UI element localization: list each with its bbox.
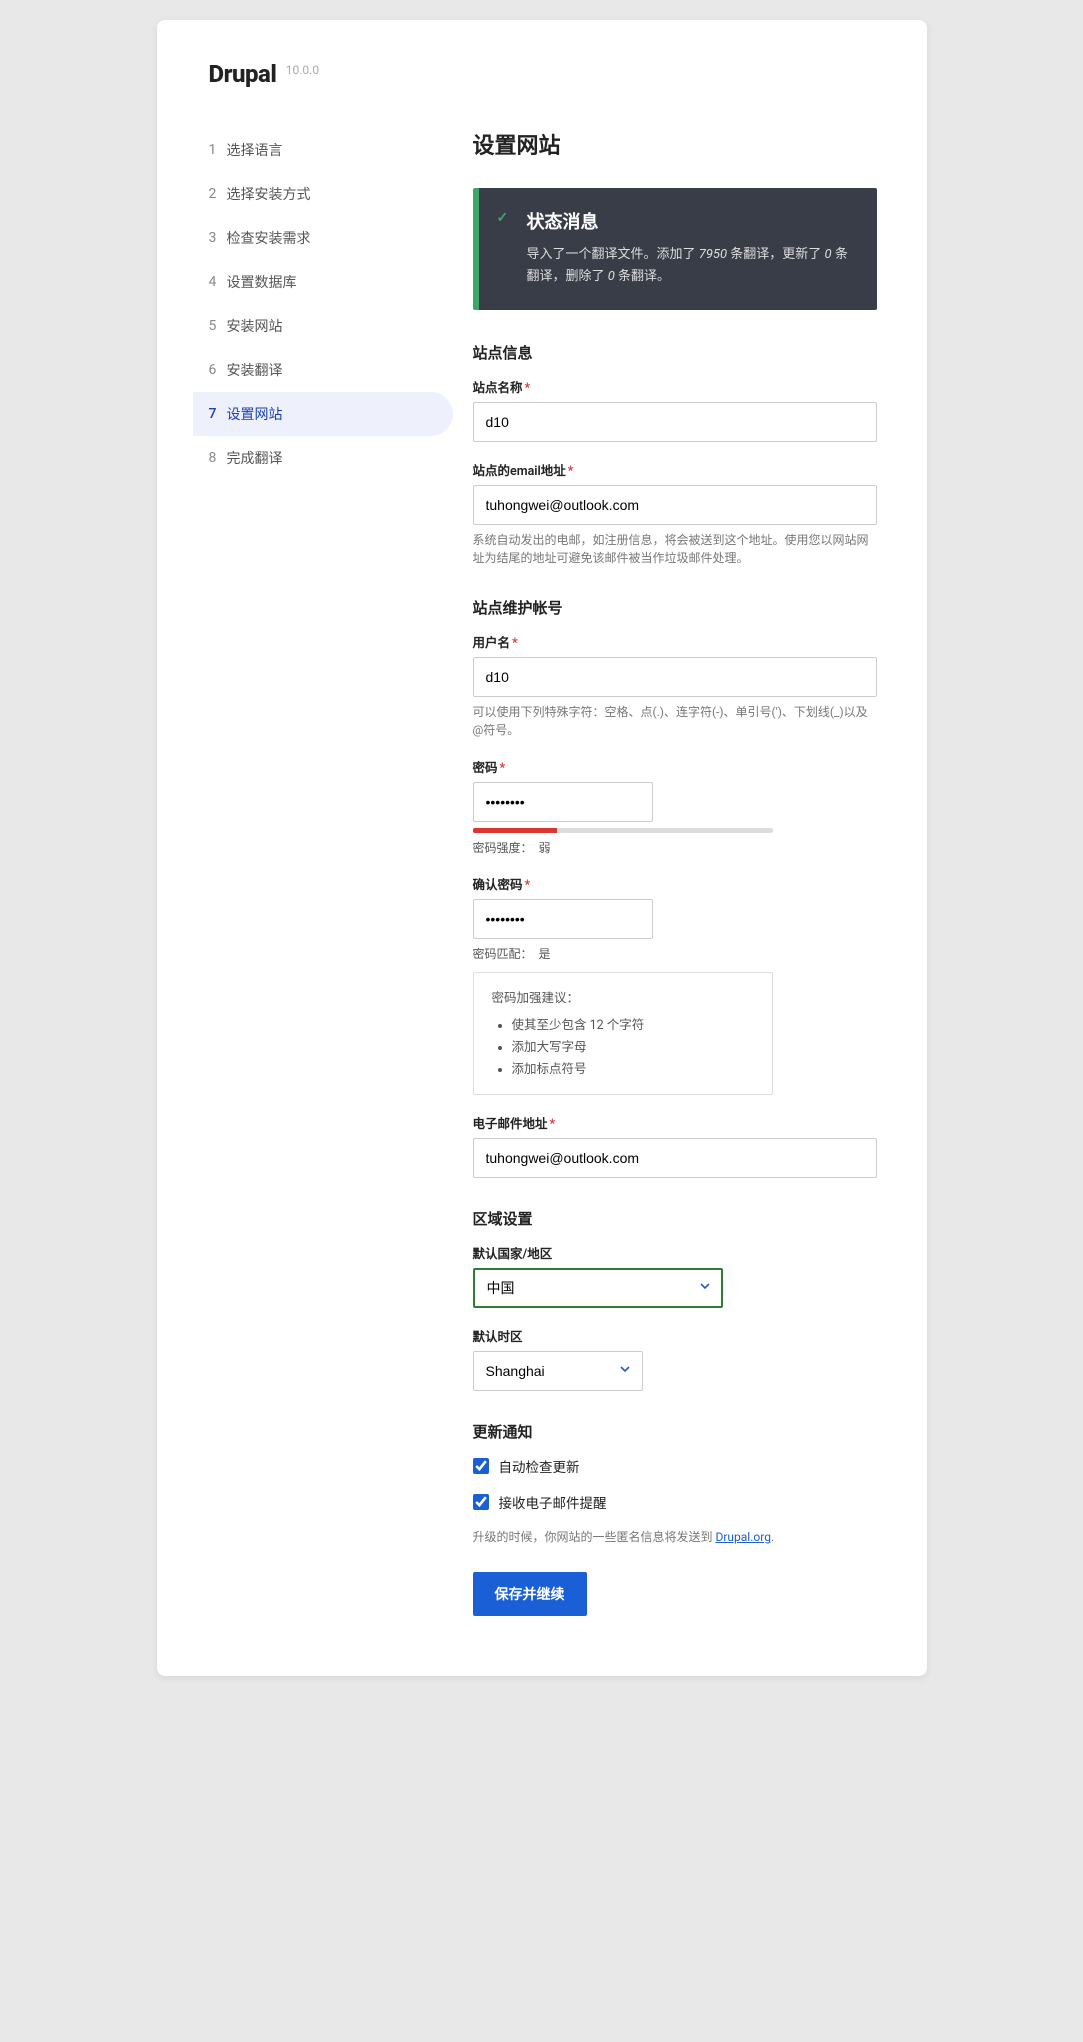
country-select[interactable]: 中国	[473, 1268, 723, 1308]
timezone-select[interactable]: Shanghai	[473, 1351, 643, 1391]
username-input[interactable]	[473, 657, 877, 697]
status-message: ✓ 状态消息 导入了一个翻译文件。添加了 7950 条翻译，更新了 0 条翻译，…	[473, 188, 877, 310]
password-confirm-input[interactable]	[473, 899, 653, 939]
step-item-6: 6安装翻译	[193, 348, 473, 392]
password-label: 密码*	[473, 757, 877, 776]
install-steps-nav: 1选择语言2选择安装方式3检查安装需求4设置数据库5安装网站6安装翻译7设置网站…	[193, 128, 473, 1616]
step-item-7: 7设置网站	[193, 392, 453, 436]
step-item-1: 1选择语言	[193, 128, 473, 172]
step-item-8: 8完成翻译	[193, 436, 473, 480]
email-alert-label: 接收电子邮件提醒	[499, 1492, 607, 1512]
password-strength-text: 密码强度： 弱	[473, 839, 877, 856]
brand-version: 10.0.0	[286, 63, 319, 77]
password-suggestions: 密码加强建议： 使其至少包含 12 个字符添加大写字母添加标点符号	[473, 972, 773, 1095]
section-region: 区域设置	[473, 1208, 877, 1229]
password-strength-bar	[473, 828, 773, 833]
update-note: 升级的时候，你网站的一些匿名信息将发送到 Drupal.org.	[473, 1528, 877, 1546]
page-title: 设置网站	[473, 128, 877, 160]
site-email-desc: 系统自动发出的电邮，如注册信息，将会被送到这个地址。使用您以网站网址为结尾的地址…	[473, 531, 877, 567]
step-item-3: 3检查安装需求	[193, 216, 473, 260]
status-title: 状态消息	[527, 208, 855, 234]
password-confirm-label: 确认密码*	[473, 874, 877, 893]
auto-update-checkbox[interactable]	[473, 1458, 489, 1474]
section-site-info: 站点信息	[473, 342, 877, 363]
step-item-5: 5安装网站	[193, 304, 473, 348]
section-updates: 更新通知	[473, 1421, 877, 1442]
site-email-input[interactable]	[473, 485, 877, 525]
timezone-label: 默认时区	[473, 1326, 877, 1345]
step-item-4: 4设置数据库	[193, 260, 473, 304]
section-maint: 站点维护帐号	[473, 597, 877, 618]
drupal-org-link[interactable]: Drupal.org	[715, 1530, 770, 1544]
email-alert-checkbox[interactable]	[473, 1494, 489, 1510]
site-name-input[interactable]	[473, 402, 877, 442]
suggestion-item: 使其至少包含 12 个字符	[512, 1014, 754, 1033]
brand-name: Drupal	[209, 60, 277, 88]
email-label: 电子邮件地址*	[473, 1113, 877, 1132]
password-match-text: 密码匹配： 是	[473, 945, 877, 962]
username-desc: 可以使用下列特殊字符：空格、点(.)、连字符(-)、单引号(')、下划线(_)以…	[473, 703, 877, 739]
status-body: 导入了一个翻译文件。添加了 7950 条翻译，更新了 0 条翻译，删除了 0 条…	[527, 244, 855, 288]
check-icon: ✓	[497, 210, 509, 226]
country-label: 默认国家/地区	[473, 1243, 877, 1262]
site-name-label: 站点名称*	[473, 377, 877, 396]
brand-header: Drupal 10.0.0	[193, 60, 877, 88]
suggestion-item: 添加标点符号	[512, 1058, 754, 1077]
save-continue-button[interactable]: 保存并继续	[473, 1572, 587, 1616]
email-input[interactable]	[473, 1138, 877, 1178]
auto-update-label: 自动检查更新	[499, 1456, 580, 1476]
site-email-label: 站点的email地址*	[473, 460, 877, 479]
password-input[interactable]	[473, 782, 653, 822]
suggestion-item: 添加大写字母	[512, 1036, 754, 1055]
step-item-2: 2选择安装方式	[193, 172, 473, 216]
username-label: 用户名*	[473, 632, 877, 651]
